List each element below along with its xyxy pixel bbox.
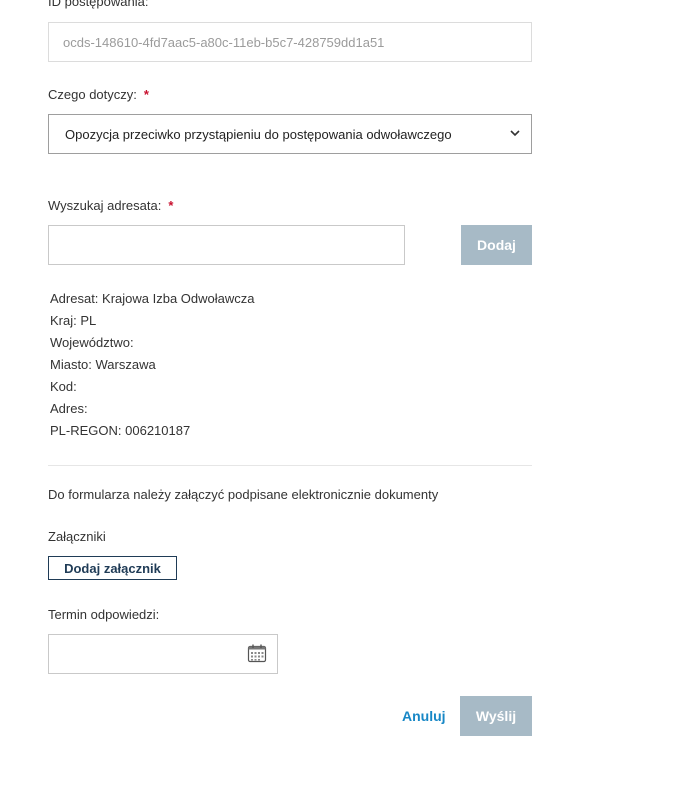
subject-label-text: Czego dotyczy: <box>48 87 137 102</box>
attachment-note: Do formularza należy załączyć podpisane … <box>48 487 439 502</box>
recipient-voivodeship: Województwo: <box>50 335 134 350</box>
recipient-details: Adresat: Krajowa Izba Odwoławcza Kraj: P… <box>50 288 254 442</box>
recipient-country: Kraj: PL <box>50 313 97 328</box>
search-label: Wyszukaj adresata: * <box>48 198 173 213</box>
recipient-address: Adres: <box>50 401 88 416</box>
recipient-postal-code: Kod: <box>50 379 77 394</box>
id-label: ID postępowania: <box>48 0 149 9</box>
required-mark: * <box>168 198 174 213</box>
search-label-text: Wyszukaj adresata: <box>48 198 162 213</box>
add-recipient-button[interactable]: Dodaj <box>461 225 532 265</box>
required-mark: * <box>143 87 149 102</box>
add-attachment-button[interactable]: Dodaj załącznik <box>48 556 177 580</box>
section-divider <box>48 465 532 466</box>
recipient-regon: PL-REGON: 006210187 <box>50 423 191 438</box>
submit-button[interactable]: Wyślij <box>460 696 532 736</box>
subject-select-value: Opozycja przeciwko przystąpieniu do post… <box>65 126 452 142</box>
id-field-value: ocds-148610-4fd7aac5-a80c-11eb-b5c7-4287… <box>63 34 385 50</box>
chevron-down-icon <box>509 127 521 142</box>
attachments-label: Załączniki <box>48 529 106 544</box>
recipient-name: Adresat: Krajowa Izba Odwoławcza <box>50 291 255 306</box>
subject-label: Czego dotyczy: * <box>48 87 149 102</box>
cancel-button[interactable]: Anuluj <box>402 708 446 724</box>
subject-select[interactable]: Opozycja przeciwko przystąpieniu do post… <box>48 114 532 154</box>
recipient-city: Miasto: Warszawa <box>50 357 156 372</box>
deadline-date-input[interactable] <box>48 634 278 674</box>
deadline-label: Termin odpowiedzi: <box>48 607 160 622</box>
search-recipient-input[interactable] <box>48 225 405 265</box>
id-field[interactable]: ocds-148610-4fd7aac5-a80c-11eb-b5c7-4287… <box>48 22 532 62</box>
calendar-icon[interactable] <box>247 643 267 666</box>
